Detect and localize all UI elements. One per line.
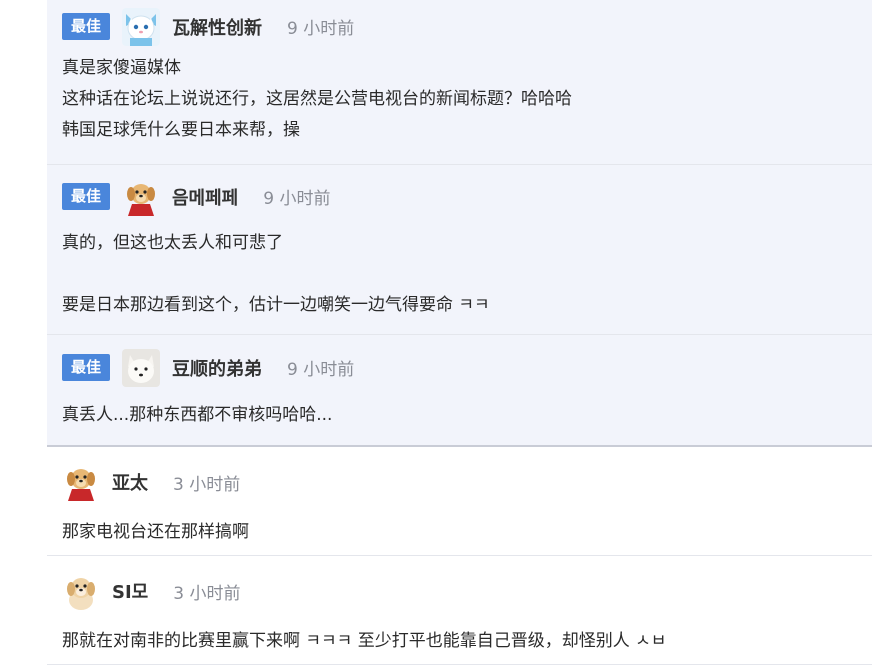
username[interactable]: 음메페페: [172, 184, 238, 210]
comment-header: SI모 3 小时前: [62, 556, 872, 626]
best-comment: 最佳 瓦解性创新 9 小时前 真是家傻逼媒体 这种话在论坛上说说还行，这居然是公…: [47, 0, 872, 165]
best-comment: 最佳 음메페페 9 小时前 真的，但这也太丢人和可悲了 要是日本那边看到这个，估…: [47, 165, 872, 335]
puppy-red-cape-avatar[interactable]: [122, 177, 160, 216]
best-comment: 最佳 豆顺的弟弟 9 小时前 真丢人...那种东西都不审核吗哈哈...: [47, 335, 872, 447]
puppy-red-cape-avatar[interactable]: [62, 463, 100, 501]
comment-line: [62, 259, 872, 290]
username[interactable]: 豆顺的弟弟: [172, 355, 262, 381]
white-dog-avatar[interactable]: [122, 348, 160, 387]
comment-header: 亚太 3 小时前: [62, 447, 872, 517]
comment-text: 那家电视台还在那样搞啊: [62, 517, 872, 558]
best-badge: 最佳: [62, 183, 110, 210]
timestamp: 9 小时前: [263, 189, 331, 209]
comment-line: 那家电视台还在那样搞啊: [62, 522, 249, 542]
comment-header: 最佳 豆顺的弟弟 9 小时前: [62, 335, 872, 400]
username[interactable]: 亚太: [112, 469, 148, 495]
comment: 亚太 3 小时前 那家电视台还在那样搞啊: [47, 447, 872, 556]
comment-line: 真是家傻逼媒体: [62, 58, 181, 78]
comment-page: 最佳 瓦解性创新 9 小时前 真是家傻逼媒体 这种话在论坛上说说还行，这居然是公…: [0, 0, 872, 672]
comment-line: 韩国足球凭什么要日本来帮，操: [62, 120, 300, 140]
comment-header: 最佳 음메페페 9 小时前: [62, 165, 872, 228]
comment-text: 真丢人...那种东西都不审核吗哈哈...: [62, 400, 872, 441]
comment-header: 最佳 瓦解性创新 9 小时前: [62, 0, 872, 53]
comment-list: 最佳 瓦解性创新 9 小时前 真是家傻逼媒体 这种话在论坛上说说还行，这居然是公…: [47, 0, 872, 665]
best-badge: 最佳: [62, 13, 110, 40]
white-cat-avatar[interactable]: [122, 7, 160, 46]
best-badge: 最佳: [62, 354, 110, 381]
timestamp: 3 小时前: [173, 583, 241, 604]
comment-line: 真的，但这也太丢人和可悲了: [62, 233, 283, 253]
timestamp: 9 小时前: [287, 360, 355, 380]
username[interactable]: 瓦解性创新: [172, 14, 262, 40]
comment-text: 真是家傻逼媒体 这种话在论坛上说说还行，这居然是公营电视台的新闻标题？哈哈哈 韩…: [62, 53, 872, 156]
comment-line: 这种话在论坛上说说还行，这居然是公营电视台的新闻标题？哈哈哈: [62, 89, 572, 109]
timestamp: 3 小时前: [173, 474, 241, 495]
puppy-avatar[interactable]: [62, 572, 100, 610]
comment: SI모 3 小时前 那就在对南非的比赛里赢下来啊 ㅋㅋㅋ 至少打平也能靠自己晋级…: [47, 556, 872, 665]
username[interactable]: SI모: [112, 578, 148, 604]
comment-line: 要是日本那边看到这个，估计一边嘲笑一边气得要命 ㅋㅋ: [62, 295, 490, 315]
timestamp: 9 小时前: [287, 19, 355, 39]
comment-line: 真丢人...那种东西都不审核吗哈哈...: [62, 405, 333, 425]
comment-text: 那就在对南非的比赛里赢下来啊 ㅋㅋㅋ 至少打平也能靠自己晋级，却怪别人 ㅅㅂ: [62, 626, 872, 667]
comment-line: 那就在对南非的比赛里赢下来啊 ㅋㅋㅋ 至少打平也能靠自己晋级，却怪别人 ㅅㅂ: [62, 631, 667, 651]
comment-text: 真的，但这也太丢人和可悲了 要是日本那边看到这个，估计一边嘲笑一边气得要命 ㅋㅋ: [62, 228, 872, 331]
